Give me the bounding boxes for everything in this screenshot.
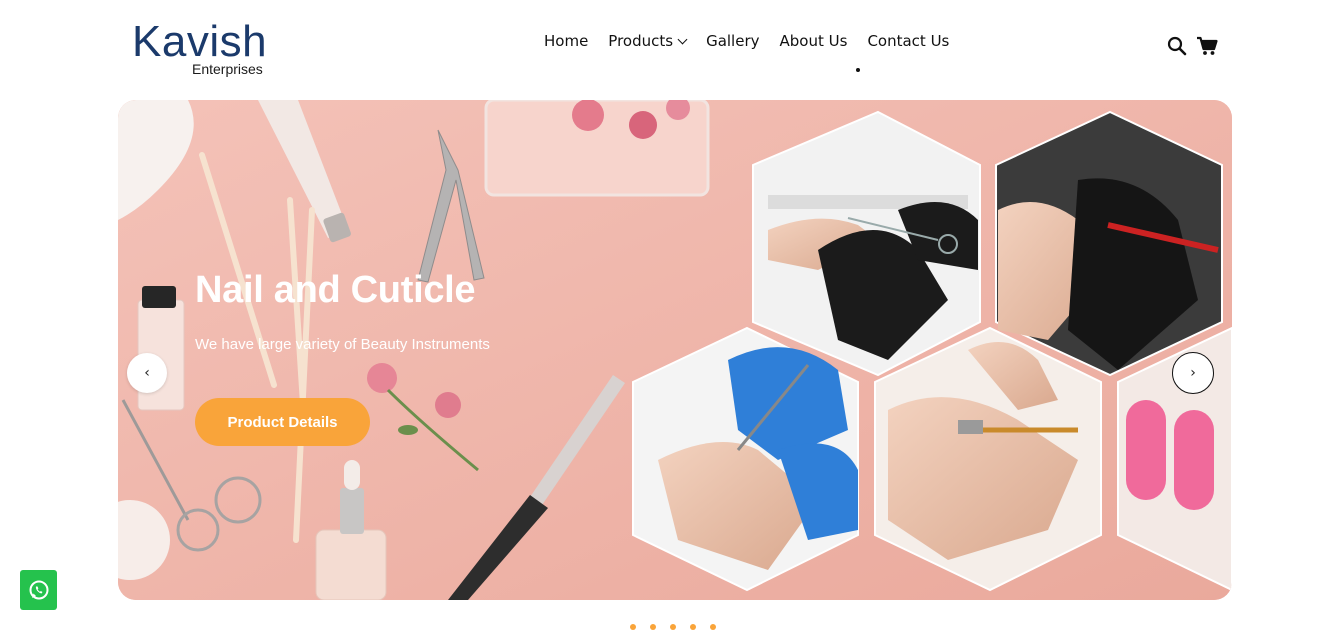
page: Kavish Enterprises Home Products Gallery… (0, 0, 1343, 630)
nav-item-gallery[interactable]: Gallery (706, 31, 759, 51)
nav-item-label: Home (544, 32, 589, 50)
hex-tile-2 (995, 110, 1223, 377)
nav-item-home[interactable]: Home (544, 31, 588, 51)
nav-item-label: About Us (779, 32, 848, 50)
whatsapp-button[interactable] (20, 570, 57, 610)
hero-banner: Nail and Cuticle We have large variety o… (118, 100, 1232, 600)
search-icon[interactable] (1167, 36, 1187, 56)
carousel-next-button[interactable]: › (1172, 352, 1214, 394)
main-nav: Home Products Gallery About Us Contact U… (544, 30, 949, 52)
product-details-button[interactable]: Product Details (195, 398, 370, 446)
chevron-right-icon: › (1190, 365, 1196, 381)
cart-icon[interactable] (1196, 36, 1218, 56)
nav-item-about-us[interactable]: About Us (780, 31, 848, 51)
carousel-dot[interactable] (650, 624, 656, 630)
brand-name: Kavish (132, 17, 268, 66)
hero-subtitle: We have large variety of Beauty Instrume… (195, 336, 490, 353)
brand-tagline: Enterprises (192, 61, 263, 77)
carousel-dots (630, 624, 716, 630)
chevron-down-icon (677, 34, 688, 44)
carousel-dot[interactable] (710, 624, 716, 630)
nav-item-label: Products (608, 32, 674, 50)
nav-item-label: Contact Us (867, 32, 950, 50)
nav-indicator-dot (856, 68, 860, 72)
hex-tile-1 (752, 110, 981, 377)
hex-tile-3 (632, 326, 859, 592)
carousel-dot[interactable] (690, 624, 696, 630)
carousel-dot[interactable] (630, 624, 636, 630)
nav-item-products[interactable]: Products (608, 31, 688, 51)
nav-item-contact-us[interactable]: Contact Us (867, 31, 949, 51)
whatsapp-icon (29, 580, 48, 600)
hex-tile-4 (874, 326, 1102, 592)
chevron-left-icon: ‹ (144, 365, 150, 381)
carousel-prev-button[interactable]: ‹ (127, 353, 167, 393)
nav-item-label: Gallery (706, 32, 760, 50)
carousel-dot[interactable] (670, 624, 676, 630)
hero-title: Nail and Cuticle (195, 269, 476, 311)
brand-logo[interactable]: Kavish Enterprises (130, 18, 280, 78)
